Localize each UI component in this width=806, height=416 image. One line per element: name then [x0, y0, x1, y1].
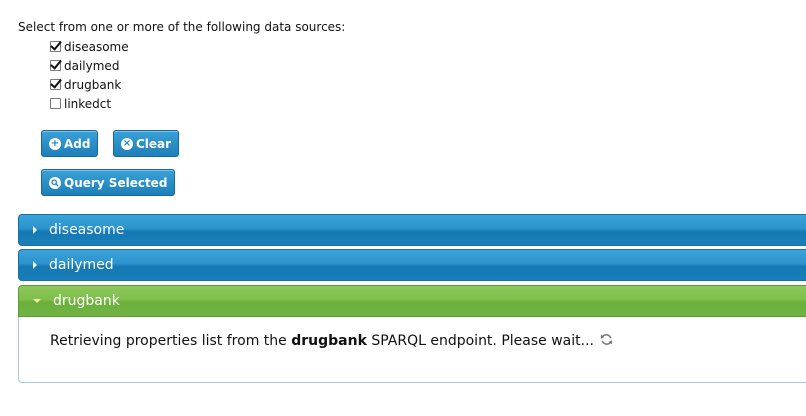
- source-label: linkedct: [64, 96, 112, 111]
- loading-message-source: drugbank: [291, 333, 367, 349]
- source-option-diseasome[interactable]: diseasome: [50, 37, 129, 56]
- source-label: diseasome: [64, 39, 129, 54]
- add-button-label: Add: [64, 136, 91, 151]
- triangle-right-icon: [33, 261, 37, 269]
- checkbox-linkedct[interactable]: [50, 98, 61, 109]
- source-label: drugbank: [64, 77, 122, 92]
- data-source-list: diseasome dailymed drugbank linkedct: [50, 37, 129, 113]
- accordion-header-diseasome[interactable]: diseasome: [18, 214, 806, 246]
- plus-circle-icon: +: [49, 137, 61, 150]
- checkbox-diseasome[interactable]: [50, 41, 61, 52]
- clear-button[interactable]: × Clear: [113, 130, 180, 157]
- accordion-header-drugbank[interactable]: drugbank: [18, 285, 806, 317]
- refresh-icon: [600, 333, 613, 350]
- query-selected-button-label: Query Selected: [64, 175, 168, 190]
- source-label: dailymed: [64, 58, 120, 73]
- loading-message-prefix: Retrieving properties list from the: [50, 333, 292, 349]
- triangle-right-icon: [33, 226, 37, 234]
- x-circle-icon: ×: [121, 137, 133, 150]
- accordion-header-dailymed[interactable]: dailymed: [18, 249, 806, 281]
- instructions-text: Select from one or more of the following…: [18, 20, 346, 34]
- source-option-linkedct[interactable]: linkedct: [50, 94, 129, 113]
- source-option-drugbank[interactable]: drugbank: [50, 75, 129, 94]
- accordion-title: dailymed: [49, 257, 114, 273]
- checkbox-drugbank[interactable]: [50, 79, 61, 90]
- clear-button-label: Clear: [136, 136, 172, 151]
- accordion-title: diseasome: [49, 222, 125, 238]
- checkbox-dailymed[interactable]: [50, 60, 61, 71]
- triangle-down-icon: [33, 299, 41, 303]
- query-selected-button[interactable]: Query Selected: [41, 169, 176, 196]
- accordion-title: drugbank: [53, 293, 120, 309]
- source-option-dailymed[interactable]: dailymed: [50, 56, 129, 75]
- accordion-content-drugbank: Retrieving properties list from the drug…: [18, 317, 806, 383]
- loading-message-suffix: SPARQL endpoint. Please wait...: [366, 333, 594, 349]
- search-circle-icon: [49, 176, 61, 189]
- add-button[interactable]: + Add: [41, 130, 99, 157]
